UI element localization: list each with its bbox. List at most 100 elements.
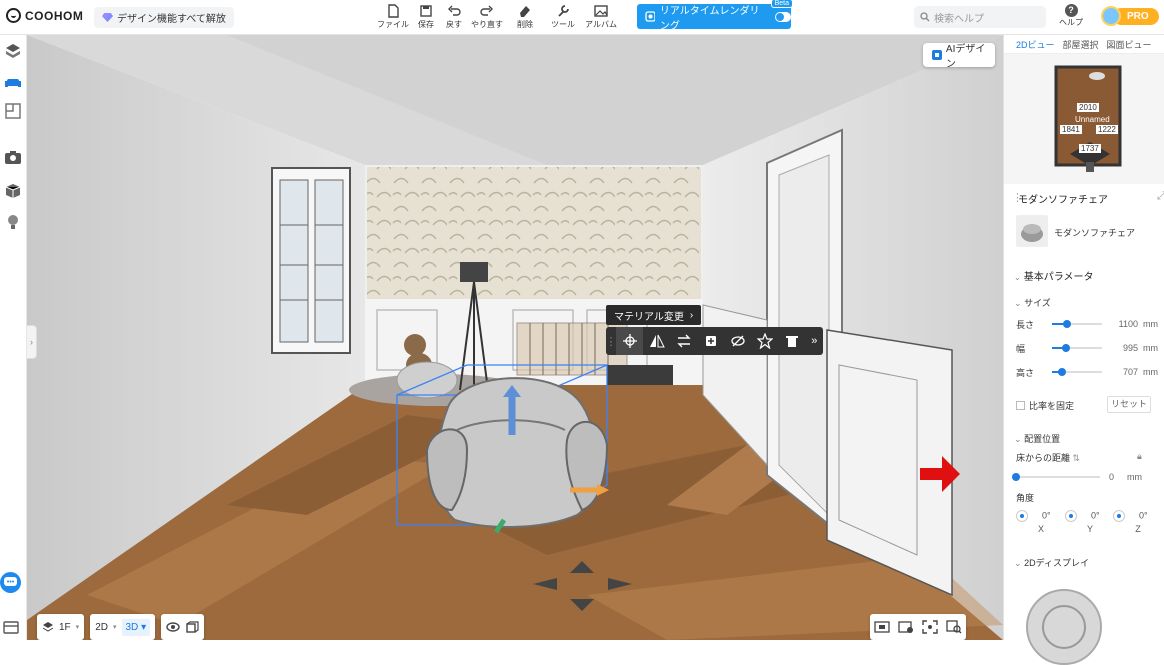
realtime-render-toggle[interactable]: リアルタイムレンダリング Beta: [637, 0, 793, 32]
album-button[interactable]: アルバム: [583, 4, 619, 30]
expand-panel-handle[interactable]: ›: [27, 325, 37, 359]
dial-icon: [1016, 510, 1028, 522]
undo-icon: [448, 5, 461, 16]
2d-display-preview[interactable]: [1026, 589, 1102, 665]
zoom-view-icon[interactable]: [946, 620, 962, 634]
logo-mark-icon: [6, 8, 21, 23]
undo-button[interactable]: 戻す: [441, 4, 467, 30]
angle-y[interactable]: 0° Y: [1065, 510, 1115, 534]
left-sidebar: [0, 35, 27, 640]
length-unit: mm: [1143, 319, 1158, 329]
mirror-button[interactable]: [643, 327, 670, 355]
dim-left: 1841: [1060, 125, 1082, 134]
placement-header[interactable]: ⌄ 配置位置: [1004, 432, 1164, 445]
placement-title: 配置位置: [1024, 434, 1061, 444]
angle-y-axis: Y: [1086, 524, 1093, 534]
help-icon: ?: [1064, 4, 1078, 17]
sort-icon: ⇅: [1072, 453, 1081, 463]
redo-button[interactable]: やり直す: [469, 4, 505, 30]
minimap[interactable]: 2010 Unnamed 1841 1222 1737: [1004, 54, 1164, 184]
width-row: 幅 995 mm: [1016, 340, 1162, 356]
angle-x[interactable]: 0° X: [1016, 510, 1066, 534]
basic-params-header[interactable]: ⌄ 基本パラメータ: [1004, 268, 1164, 283]
camera-icon[interactable]: [4, 148, 22, 166]
view-3d-button[interactable]: 3D ▾: [121, 618, 151, 636]
angle-z-value: 0°: [1139, 510, 1148, 521]
drag-handle-icon[interactable]: ⋮: [606, 327, 617, 355]
render-label: リアルタイムレンダリング: [659, 5, 760, 32]
eye-icon[interactable]: [166, 621, 180, 633]
angle-x-axis: X: [1037, 524, 1044, 534]
tab-drawing-view[interactable]: 図面ビュー: [1107, 38, 1152, 51]
chair-thumbnail-icon: [1021, 224, 1043, 242]
tab-2d-view[interactable]: 2Dビュー: [1016, 38, 1055, 51]
promo-button[interactable]: デザイン機能すべて解放: [94, 7, 234, 28]
render-switch[interactable]: [774, 11, 791, 22]
beta-badge: Beta: [770, 0, 793, 8]
replace-button[interactable]: [670, 327, 697, 355]
more-icon[interactable]: »: [806, 327, 823, 355]
floor-distance-value[interactable]: 0: [1100, 472, 1114, 482]
ai-icon: [932, 50, 942, 60]
plan-tabs: 2Dビュー 部屋選択 図面ビュー: [1004, 35, 1164, 54]
reset-button[interactable]: リセット: [1107, 396, 1151, 413]
fit-view-icon[interactable]: [922, 620, 938, 634]
delete-button[interactable]: [778, 327, 805, 355]
view-settings-icon[interactable]: [898, 620, 914, 634]
lock-icon[interactable]: 🔒︎: [1137, 451, 1142, 462]
delete-menu[interactable]: 削除: [507, 4, 543, 30]
material-change-button[interactable]: マテリアル変更 ›: [606, 305, 702, 325]
keep-ratio-checkbox[interactable]: 比率を固定: [1016, 399, 1074, 412]
view-2d-button[interactable]: 2D: [95, 622, 108, 633]
product-thumbnail[interactable]: [1016, 215, 1048, 247]
width-slider[interactable]: [1052, 344, 1102, 352]
size-title: サイズ: [1024, 298, 1051, 308]
avatar[interactable]: [1101, 6, 1121, 26]
height-slider[interactable]: [1052, 368, 1102, 376]
basic-params-title: 基本パラメータ: [1023, 272, 1094, 283]
furniture-icon[interactable]: [4, 73, 22, 91]
move-button[interactable]: [616, 327, 644, 355]
length-slider[interactable]: [1052, 320, 1102, 328]
floor-distance-label: 床からの距離 ⇅: [1016, 451, 1080, 464]
length-value[interactable]: 1100: [1102, 319, 1138, 329]
lightbulb-icon[interactable]: [4, 213, 22, 231]
tools-menu[interactable]: ツール: [545, 4, 581, 30]
save-button[interactable]: 保存: [413, 4, 439, 30]
height-value[interactable]: 707: [1102, 367, 1138, 377]
tab-room-select[interactable]: 部屋選択: [1063, 38, 1099, 51]
ai-design-button[interactable]: AIデザイン: [923, 43, 995, 70]
replace-icon: [676, 334, 691, 348]
visibility-controls: [161, 614, 205, 640]
floor-selector[interactable]: 1F ▾: [37, 614, 85, 640]
help-search[interactable]: 検索ヘルプ: [914, 6, 1046, 28]
redo-label: やり直す: [471, 20, 503, 29]
package-icon[interactable]: [4, 181, 22, 199]
size-header[interactable]: ⌄ サイズ: [1004, 296, 1164, 309]
help-button[interactable]: ? ヘルプ: [1058, 3, 1084, 28]
collapse-icon[interactable]: ⤢: [1157, 190, 1164, 203]
coohom-logo[interactable]: COOHOM: [6, 8, 83, 23]
2d-display-header[interactable]: ⌄ 2Dディスプレイ: [1004, 556, 1164, 569]
move-icon: [622, 334, 637, 348]
floorplan-icon[interactable]: [4, 102, 22, 120]
3d-viewport[interactable]: › AIデザイン マテリアル変更 › ⋮ » 1F ▾ 2D ▾ 3D ▾: [27, 35, 1003, 640]
cube-view-icon[interactable]: [185, 621, 199, 633]
favorite-button[interactable]: [751, 327, 778, 355]
angle-z[interactable]: 0° Z: [1113, 510, 1163, 534]
screenshot-icon[interactable]: [874, 620, 890, 634]
hide-button[interactable]: [724, 327, 751, 355]
floor-distance-slider[interactable]: [1012, 473, 1100, 481]
file-icon: [388, 4, 399, 18]
mirror-icon: [649, 334, 665, 348]
angle-label: 角度: [1016, 493, 1035, 503]
model-icon[interactable]: [4, 42, 22, 60]
toolbox-icon[interactable]: [3, 619, 19, 635]
view-controls: 1F ▾ 2D ▾ 3D ▾: [37, 614, 205, 640]
width-value[interactable]: 995: [1102, 343, 1138, 353]
chat-support-button[interactable]: [0, 572, 21, 593]
width-unit: mm: [1143, 343, 1158, 353]
copy-button[interactable]: [697, 327, 724, 355]
file-menu[interactable]: ファイル: [375, 4, 411, 30]
copy-icon: [705, 336, 716, 346]
